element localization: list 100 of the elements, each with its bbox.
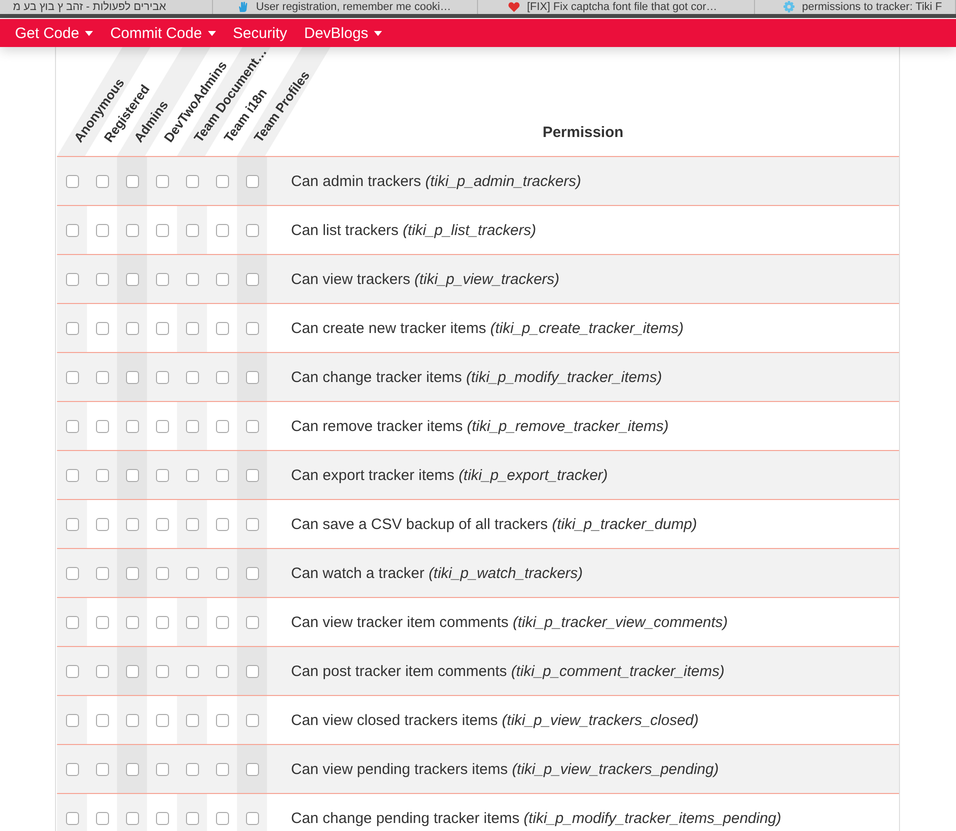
checkbox[interactable] [96, 174, 108, 188]
checkbox[interactable] [216, 518, 228, 530]
checkbox[interactable] [126, 272, 138, 286]
checkbox[interactable] [186, 272, 198, 286]
checkbox[interactable] [216, 714, 228, 726]
checkbox[interactable] [246, 616, 258, 628]
checkbox[interactable] [96, 714, 108, 726]
checkbox[interactable] [96, 224, 108, 236]
checkbox[interactable] [126, 420, 138, 432]
checkbox[interactable] [156, 566, 168, 580]
checkbox[interactable] [156, 224, 168, 236]
checkbox[interactable] [186, 566, 198, 580]
checkbox[interactable] [126, 566, 138, 580]
checkbox[interactable] [66, 420, 78, 432]
checkbox[interactable] [96, 762, 108, 776]
checkbox[interactable] [216, 616, 228, 628]
checkbox[interactable] [66, 518, 78, 530]
checkbox[interactable] [216, 762, 228, 776]
checkbox[interactable] [186, 468, 198, 482]
checkbox[interactable] [156, 322, 168, 334]
checkbox[interactable] [246, 420, 258, 432]
checkbox[interactable] [186, 664, 198, 678]
checkbox[interactable] [186, 616, 198, 628]
checkbox[interactable] [96, 468, 108, 482]
checkbox[interactable] [156, 518, 168, 530]
checkbox[interactable] [156, 664, 168, 678]
checkbox[interactable] [96, 664, 108, 678]
checkbox[interactable] [156, 174, 168, 188]
checkbox[interactable] [66, 370, 78, 384]
checkbox[interactable] [216, 664, 228, 678]
checkbox[interactable] [126, 468, 138, 482]
checkbox[interactable] [216, 272, 228, 286]
checkbox[interactable] [156, 468, 168, 482]
checkbox[interactable] [216, 468, 228, 482]
checkbox[interactable] [126, 762, 138, 776]
checkbox[interactable] [96, 322, 108, 334]
checkbox[interactable] [126, 812, 138, 824]
checkbox[interactable] [96, 420, 108, 432]
checkbox[interactable] [126, 518, 138, 530]
checkbox[interactable] [66, 664, 78, 678]
checkbox[interactable] [246, 566, 258, 580]
nav-link[interactable]: Security [232, 24, 288, 42]
checkbox[interactable] [246, 762, 258, 776]
checkbox[interactable] [126, 322, 138, 334]
checkbox[interactable] [246, 174, 258, 188]
checkbox[interactable] [96, 370, 108, 384]
checkbox[interactable] [66, 762, 78, 776]
checkbox[interactable] [186, 762, 198, 776]
checkbox[interactable] [126, 174, 138, 188]
checkbox[interactable] [246, 272, 258, 286]
checkbox[interactable] [156, 812, 168, 824]
nav-link[interactable]: Get Code [15, 24, 94, 42]
checkbox[interactable] [126, 714, 138, 726]
checkbox[interactable] [186, 224, 198, 236]
checkbox[interactable] [186, 812, 198, 824]
checkbox[interactable] [216, 224, 228, 236]
checkbox[interactable] [96, 812, 108, 824]
checkbox[interactable] [186, 174, 198, 188]
checkbox[interactable] [156, 420, 168, 432]
checkbox[interactable] [156, 370, 168, 384]
checkbox[interactable] [186, 420, 198, 432]
checkbox[interactable] [246, 518, 258, 530]
checkbox[interactable] [66, 812, 78, 824]
checkbox[interactable] [186, 714, 198, 726]
checkbox[interactable] [66, 566, 78, 580]
checkbox[interactable] [126, 664, 138, 678]
checkbox[interactable] [126, 616, 138, 628]
checkbox[interactable] [246, 370, 258, 384]
checkbox[interactable] [246, 468, 258, 482]
nav-link[interactable]: Commit Code [110, 24, 216, 42]
checkbox[interactable] [126, 224, 138, 236]
checkbox[interactable] [246, 322, 258, 334]
checkbox[interactable] [66, 322, 78, 334]
checkbox[interactable] [216, 812, 228, 824]
checkbox[interactable] [66, 714, 78, 726]
checkbox[interactable] [66, 272, 78, 286]
checkbox[interactable] [156, 714, 168, 726]
checkbox[interactable] [216, 322, 228, 334]
checkbox[interactable] [66, 174, 78, 188]
checkbox[interactable] [66, 224, 78, 236]
checkbox[interactable] [96, 566, 108, 580]
checkbox[interactable] [156, 616, 168, 628]
checkbox[interactable] [96, 518, 108, 530]
checkbox[interactable] [186, 370, 198, 384]
nav-link[interactable]: DevBlogs [304, 24, 382, 42]
checkbox[interactable] [66, 616, 78, 628]
checkbox[interactable] [186, 518, 198, 530]
checkbox[interactable] [216, 370, 228, 384]
checkbox[interactable] [216, 566, 228, 580]
checkbox[interactable] [156, 762, 168, 776]
checkbox[interactable] [246, 812, 258, 824]
checkbox[interactable] [96, 272, 108, 286]
checkbox[interactable] [246, 224, 258, 236]
checkbox[interactable] [216, 420, 228, 432]
checkbox[interactable] [216, 174, 228, 188]
checkbox[interactable] [186, 322, 198, 334]
checkbox[interactable] [156, 272, 168, 286]
checkbox[interactable] [246, 714, 258, 726]
checkbox[interactable] [66, 468, 78, 482]
checkbox[interactable] [246, 664, 258, 678]
